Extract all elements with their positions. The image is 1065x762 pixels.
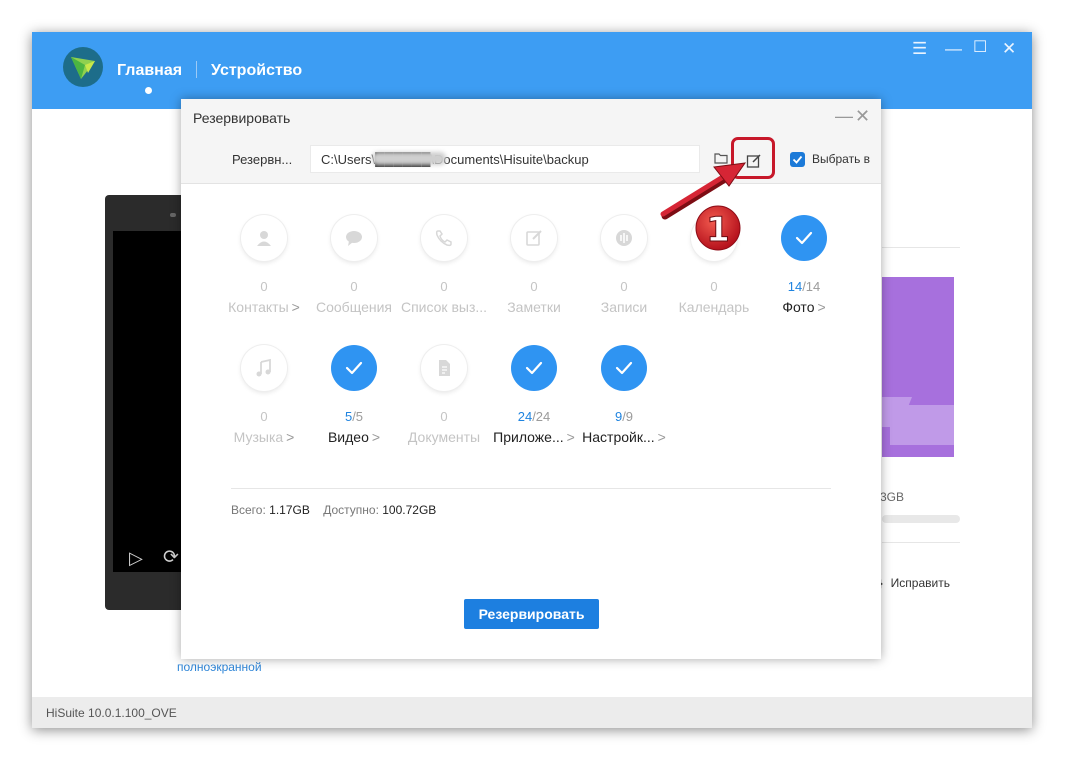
hisuite-logo [63,47,103,87]
category-music[interactable]: 0 Музыка > [219,345,309,455]
category-video[interactable]: 5/5 Видео > [309,345,399,455]
category-count: 0 [440,409,448,424]
chevron-right-icon[interactable]: > [567,429,575,445]
storage-bar [882,515,960,523]
category-count: 14/14 [787,279,821,294]
category-label: Приложе... > [493,429,575,445]
total-value: 1.17GB [269,503,310,517]
chevron-right-icon[interactable]: > [292,299,300,315]
category-label: Сообщения [316,299,392,315]
category-messages[interactable]: 0 Сообщения [309,215,399,325]
fix-link[interactable]: }Исправить [878,576,950,590]
chevron-right-icon[interactable]: > [286,429,294,445]
category-label: Музыка > [233,429,295,445]
calendar-icon[interactable] [691,215,737,261]
chevron-right-icon[interactable]: > [817,299,825,315]
category-count: 0 [260,409,268,424]
edit-path-icon[interactable] [746,153,762,174]
backup-path-label: Резервн... [232,152,293,167]
nav-device-tab[interactable]: Устройство [211,62,302,80]
category-label: Фото > [782,299,826,315]
chevron-right-icon[interactable]: > [372,429,380,445]
storage-card[interactable] [882,277,954,457]
total-label: Всего: [231,503,266,517]
category-label: Видео > [327,429,381,445]
maximize-icon[interactable]: ☐ [973,39,987,56]
select-all-checkbox[interactable] [790,152,805,167]
category-count: 0 [530,279,538,294]
category-photos[interactable]: 14/14 Фото > [759,215,849,325]
category-label: Список выз... [400,299,488,315]
category-records[interactable]: 0 Записи [579,215,669,325]
chevron-right-icon[interactable]: > [658,429,666,445]
music-icon[interactable] [241,345,287,391]
category-count: 0 [260,279,268,294]
category-count: 0 [710,279,718,294]
backup-button[interactable]: Резервировать [464,599,599,629]
category-count: 9/9 [614,409,634,424]
document-icon[interactable] [421,345,467,391]
category-settings[interactable]: 9/9 Настройк... > [579,345,669,455]
check-icon[interactable] [331,345,377,391]
category-label: Документы [407,429,481,445]
category-documents[interactable]: 0 Документы [399,345,489,455]
contact-icon[interactable] [241,215,287,261]
category-count: 24/24 [517,409,551,424]
category-notes[interactable]: 0 Заметки [489,215,579,325]
select-all-label[interactable]: Выбрать в [812,152,870,166]
category-apps[interactable]: 24/24 Приложе... > [489,345,579,455]
backup-path-input[interactable] [310,145,700,173]
dialog-title-bar: Резервировать — ✕ [181,99,881,137]
category-label: Записи [600,299,648,315]
category-label: Заметки [507,299,561,315]
status-bar: HiSuite 10.0.1.100_OVE [32,697,1032,728]
rotate-icon[interactable]: ⟳ [163,546,179,569]
category-calendar[interactable]: 0 Календарь [669,215,759,325]
version-label: HiSuite 10.0.1.100_OVE [46,706,177,720]
hint-line-3: полноэкранной [177,660,262,674]
check-icon[interactable] [511,345,557,391]
folder-icon[interactable] [714,151,728,169]
category-contacts[interactable]: 0 Контакты > [219,215,309,325]
nav-divider [196,61,197,78]
phone-icon[interactable] [421,215,467,261]
category-count: 0 [620,279,628,294]
category-count: 0 [350,279,358,294]
storage-size-label: 3GB [880,490,905,504]
phone-speaker [170,213,176,217]
available-label: Доступно: [323,503,379,517]
category-calls[interactable]: 0 Список выз... [399,215,489,325]
app-header: Главная Устройство ☰ — ☐ ✕ [32,32,1032,109]
backup-dialog: Резервировать — ✕ Резервн... Выбрать в 0… [181,99,881,659]
backup-path-row: Резервн... [181,137,881,184]
minimize-icon[interactable]: — [945,40,962,57]
path-redaction [372,152,446,165]
phone-screen[interactable] [113,231,187,572]
play-icon[interactable]: ▷ [129,548,143,569]
storage-summary: Всего: 1.17GB Доступно: 100.72GB [231,503,436,517]
check-icon[interactable] [781,215,827,261]
summary-divider [231,488,831,489]
category-count: 5/5 [344,409,364,424]
fix-label: Исправить [890,576,950,590]
category-label: Календарь [678,299,750,315]
category-label: Контакты > [228,299,300,315]
recording-icon[interactable] [601,215,647,261]
dialog-minimize-icon[interactable]: — [835,106,853,127]
check-icon[interactable] [601,345,647,391]
close-icon[interactable]: ✕ [1002,40,1016,57]
available-value: 100.72GB [382,503,437,517]
note-icon[interactable] [511,215,557,261]
dialog-close-icon[interactable]: ✕ [855,106,870,127]
phone-preview[interactable]: ▷ ⟳ [105,195,187,610]
divider [882,247,960,248]
divider [882,542,960,543]
menu-icon[interactable]: ☰ [912,40,927,57]
active-tab-indicator [145,87,152,94]
category-count: 0 [440,279,448,294]
nav-home-tab[interactable]: Главная [117,62,182,80]
message-icon[interactable] [331,215,377,261]
dialog-title: Резервировать [193,110,291,126]
category-label: Настройк... > [582,429,666,445]
